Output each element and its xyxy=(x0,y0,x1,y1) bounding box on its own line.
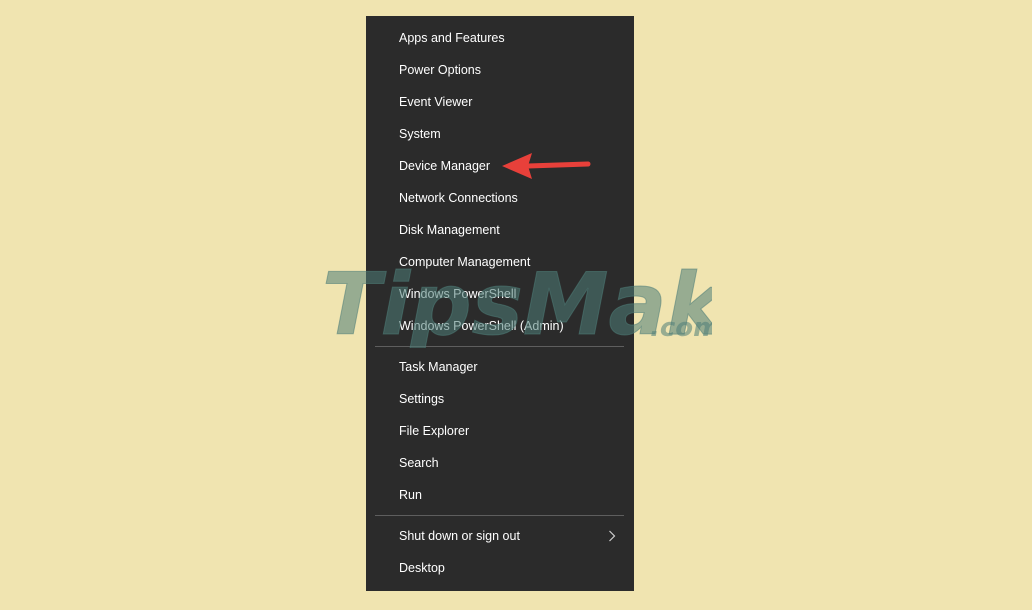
menu-separator xyxy=(375,515,624,516)
menu-item-file-explorer[interactable]: File Explorer xyxy=(366,415,634,447)
menu-item-system[interactable]: System xyxy=(366,118,634,150)
menu-item-label: Apps and Features xyxy=(399,31,505,45)
menu-item-windows-powershell[interactable]: Windows PowerShell xyxy=(366,278,634,310)
menu-item-windows-powershell-admin[interactable]: Windows PowerShell (Admin) xyxy=(366,310,634,342)
menu-item-apps-and-features[interactable]: Apps and Features xyxy=(366,22,634,54)
menu-item-label: Computer Management xyxy=(399,255,531,269)
menu-item-label: Event Viewer xyxy=(399,95,473,109)
menu-item-label: Network Connections xyxy=(399,191,518,205)
menu-item-network-connections[interactable]: Network Connections xyxy=(366,182,634,214)
menu-item-label: Device Manager xyxy=(399,159,491,173)
menu-item-label: Shut down or sign out xyxy=(399,529,520,543)
menu-item-label: Windows PowerShell (Admin) xyxy=(399,319,564,333)
menu-item-settings[interactable]: Settings xyxy=(366,383,634,415)
menu-item-label: Run xyxy=(399,488,422,502)
menu-item-label: Disk Management xyxy=(399,223,500,237)
watermark-suffix: .com xyxy=(650,313,712,343)
menu-item-task-manager[interactable]: Task Manager xyxy=(366,351,634,383)
menu-item-power-options[interactable]: Power Options xyxy=(366,54,634,86)
menu-item-label: Settings xyxy=(399,392,445,406)
winx-context-menu: Apps and Features Power Options Event Vi… xyxy=(366,16,634,591)
menu-item-run[interactable]: Run xyxy=(366,479,634,511)
menu-item-disk-management[interactable]: Disk Management xyxy=(366,214,634,246)
menu-item-label: Windows PowerShell xyxy=(399,287,517,301)
menu-item-search[interactable]: Search xyxy=(366,447,634,479)
menu-separator xyxy=(375,346,624,347)
menu-item-event-viewer[interactable]: Event Viewer xyxy=(366,86,634,118)
menu-item-label: Desktop xyxy=(399,561,445,575)
menu-item-computer-management[interactable]: Computer Management xyxy=(366,246,634,278)
menu-item-label: System xyxy=(399,127,441,141)
menu-item-desktop[interactable]: Desktop xyxy=(366,552,634,584)
menu-item-shut-down-or-sign-out[interactable]: Shut down or sign out xyxy=(366,520,634,552)
red-arrow-icon xyxy=(502,153,591,179)
menu-item-label: Power Options xyxy=(399,63,481,77)
menu-item-label: Task Manager xyxy=(399,360,478,374)
menu-item-label: Search xyxy=(399,456,439,470)
menu-item-label: File Explorer xyxy=(399,424,470,438)
chevron-right-icon xyxy=(608,520,622,552)
